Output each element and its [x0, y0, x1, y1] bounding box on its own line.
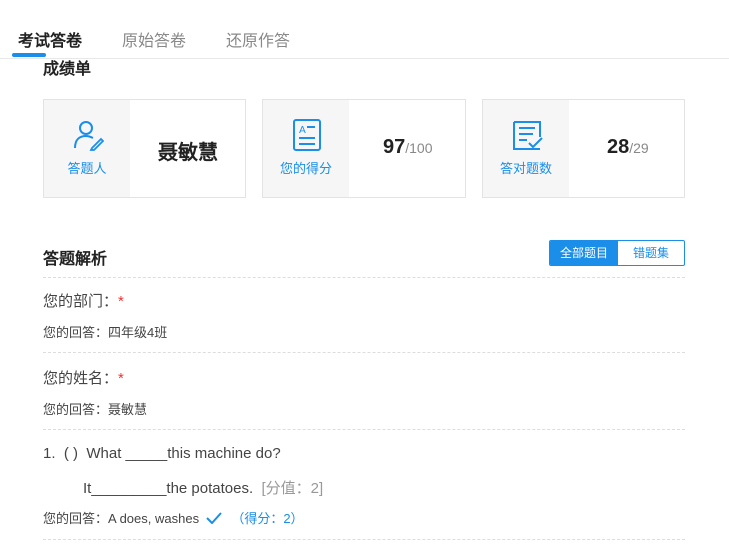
filter-wrong-questions-button[interactable]: 错题集 — [618, 241, 684, 265]
question-text-line2: It_________the potatoes. — [83, 480, 254, 497]
question-1-line2: It_________the potatoes. [分值：2] — [83, 477, 323, 498]
filter-all-questions-button[interactable]: 全部题目 — [550, 241, 618, 265]
score-sheet-icon: A — [293, 119, 321, 151]
score-card: A 您的得分 97/100 — [262, 99, 466, 198]
answer-value: A does, washes — [108, 511, 200, 526]
required-mark: * — [118, 370, 124, 387]
tab-exam-paper[interactable]: 考试答卷 — [18, 27, 82, 51]
tab-original-paper[interactable]: 原始答卷 — [122, 27, 186, 51]
report-title: 成绩单 — [43, 61, 92, 78]
answer-prefix: 您的回答： — [43, 511, 109, 526]
question-number: 1. — [43, 445, 56, 462]
tab-bar: 考试答卷 原始答卷 还原作答 — [0, 0, 729, 59]
question-title: 您的姓名： — [43, 370, 119, 387]
divider — [43, 429, 685, 430]
respondent-label: 答题人 — [67, 161, 107, 176]
answer-name: 您的回答：聂敏慧 — [43, 399, 147, 418]
correct-count-label: 答对题数 — [499, 161, 552, 176]
question-filter: 全部题目 错题集 — [549, 240, 685, 266]
question-department: 您的部门：* — [43, 290, 124, 311]
answer-prefix: 您的回答： — [43, 325, 109, 340]
divider — [43, 539, 685, 540]
respondent-name: 聂敏慧 — [158, 142, 218, 164]
analysis-title: 答题解析 — [43, 251, 108, 268]
checkmark-icon — [205, 512, 222, 525]
answer-bracket: ( ) — [63, 445, 79, 462]
active-tab-indicator — [12, 53, 46, 57]
correct-value-wrap: 28/29 — [607, 136, 649, 159]
answer-value: 聂敏慧 — [108, 402, 148, 417]
divider — [43, 352, 685, 353]
score-label: 您的得分 — [279, 161, 332, 176]
answer-value: 四年级4班 — [108, 325, 168, 340]
svg-text:A: A — [299, 125, 306, 136]
score-value-wrap: 97/100 — [383, 136, 433, 159]
question-title: 您的部门： — [43, 293, 119, 310]
user-icon — [74, 121, 104, 151]
correct-value: 28 — [607, 136, 630, 158]
tab-restore-answers[interactable]: 还原作答 — [226, 27, 290, 51]
divider — [43, 277, 685, 278]
checklist-icon — [513, 121, 543, 150]
answer-prefix: 您的回答： — [43, 402, 109, 417]
correct-total: /29 — [629, 140, 649, 156]
answer-question-1: 您的回答：A does, washes （得分：2） — [43, 508, 304, 527]
respondent-card: 答题人 聂敏慧 — [43, 99, 246, 198]
question-score: （得分：2） — [231, 511, 304, 526]
correct-count-card: 答对题数 28/29 — [482, 99, 685, 198]
answer-department: 您的回答：四年级4班 — [43, 322, 167, 341]
question-points: [分值：2] — [261, 480, 324, 497]
score-value: 97 — [383, 136, 406, 158]
question-text: What _____this machine do? — [86, 445, 281, 462]
question-1: 1. ( ) What _____this machine do? — [43, 445, 281, 462]
question-name: 您的姓名：* — [43, 367, 124, 388]
required-mark: * — [118, 293, 124, 310]
score-total: /100 — [405, 140, 433, 156]
